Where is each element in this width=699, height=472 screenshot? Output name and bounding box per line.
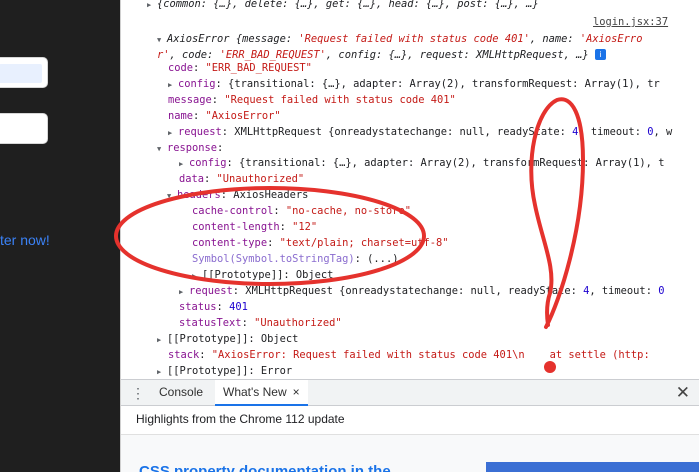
devtools-panel: login.jsx:37 ▶ {common: {…}, delete: {…},…: [120, 0, 699, 472]
close-tab-icon[interactable]: ×: [293, 385, 300, 399]
close-drawer-icon[interactable]: ✕: [676, 382, 690, 404]
console-line-proto[interactable]: ▶ [[Prototype]]: Error: [157, 363, 292, 379]
drawer-tab-bar: ⋮ Console What's New × ✕: [121, 379, 699, 406]
kebab-menu-icon[interactable]: ⋮: [131, 384, 145, 402]
console-line-top[interactable]: ▶ {common: {…}, delete: {…}, get: {…}, he…: [147, 0, 539, 12]
console-line-r_proto[interactable]: ▶ [[Prototype]]: Object: [157, 331, 298, 347]
console-line-r_request[interactable]: ▶ request: XMLHttpRequest {onreadystatech…: [179, 283, 664, 299]
autofill-highlight: [0, 64, 42, 83]
highlights-heading: Highlights from the Chrome 112 update: [136, 412, 345, 426]
console-line-config[interactable]: ▶ config: {transitional: {…}, adapter: Ar…: [168, 76, 660, 92]
console-line-r_headers[interactable]: ▼ headers: AxiosHeaders: [167, 187, 308, 203]
console-line-request[interactable]: ▶ request: XMLHttpRequest {onreadystatech…: [168, 124, 672, 140]
password-input[interactable]: [0, 113, 48, 144]
console-line-h_type[interactable]: content-type: "text/plain; charset=utf-8…: [192, 235, 449, 251]
console-line-r_statustext[interactable]: statusText: "Unauthorized": [179, 315, 342, 331]
console-line-response[interactable]: ▼ response:: [157, 140, 223, 156]
console-line-h_len[interactable]: content-length: "12": [192, 219, 317, 235]
console-line-name[interactable]: name: "AxiosError": [168, 108, 281, 124]
register-link[interactable]: ter now!: [0, 232, 50, 248]
tab-whats-new-label: What's New: [223, 385, 287, 399]
tab-whats-new[interactable]: What's New ×: [215, 380, 308, 406]
whats-new-content: Highlights from the Chrome 112 update CS…: [121, 406, 699, 472]
console-line-code[interactable]: code: "ERR_BAD_REQUEST": [168, 60, 312, 76]
tab-console-label: Console: [159, 385, 204, 399]
console-line-r_config[interactable]: ▶ config: {transitional: {…}, adapter: Ar…: [179, 155, 664, 171]
console-line-message[interactable]: message: "Request failed with status cod…: [168, 92, 456, 108]
console-line-r_data[interactable]: data: "Unauthorized": [179, 171, 304, 187]
article-title-link[interactable]: CSS property documentation in the: [139, 463, 391, 472]
article-thumbnail: [486, 462, 699, 472]
console-line-h_cache[interactable]: cache-control: "no-cache, no-store": [192, 203, 411, 219]
webpage-background: ter now!: [0, 0, 120, 472]
email-input[interactable]: [0, 57, 48, 88]
tab-console[interactable]: Console: [159, 380, 203, 406]
source-link[interactable]: login.jsx:37: [593, 16, 668, 28]
console-line-r_status[interactable]: status: 401: [179, 299, 248, 315]
console-line-h_sym[interactable]: Symbol(Symbol.toStringTag): (...): [192, 251, 398, 267]
console-output[interactable]: login.jsx:37 ▶ {common: {…}, delete: {…},…: [121, 0, 699, 379]
console-line-err1[interactable]: ▼ AxiosError {message: 'Request failed wi…: [157, 31, 642, 47]
console-line-h_proto[interactable]: ▶ [[Prototype]]: Object: [192, 267, 333, 283]
console-line-stack[interactable]: stack: "AxiosError: Request failed with …: [168, 347, 650, 363]
